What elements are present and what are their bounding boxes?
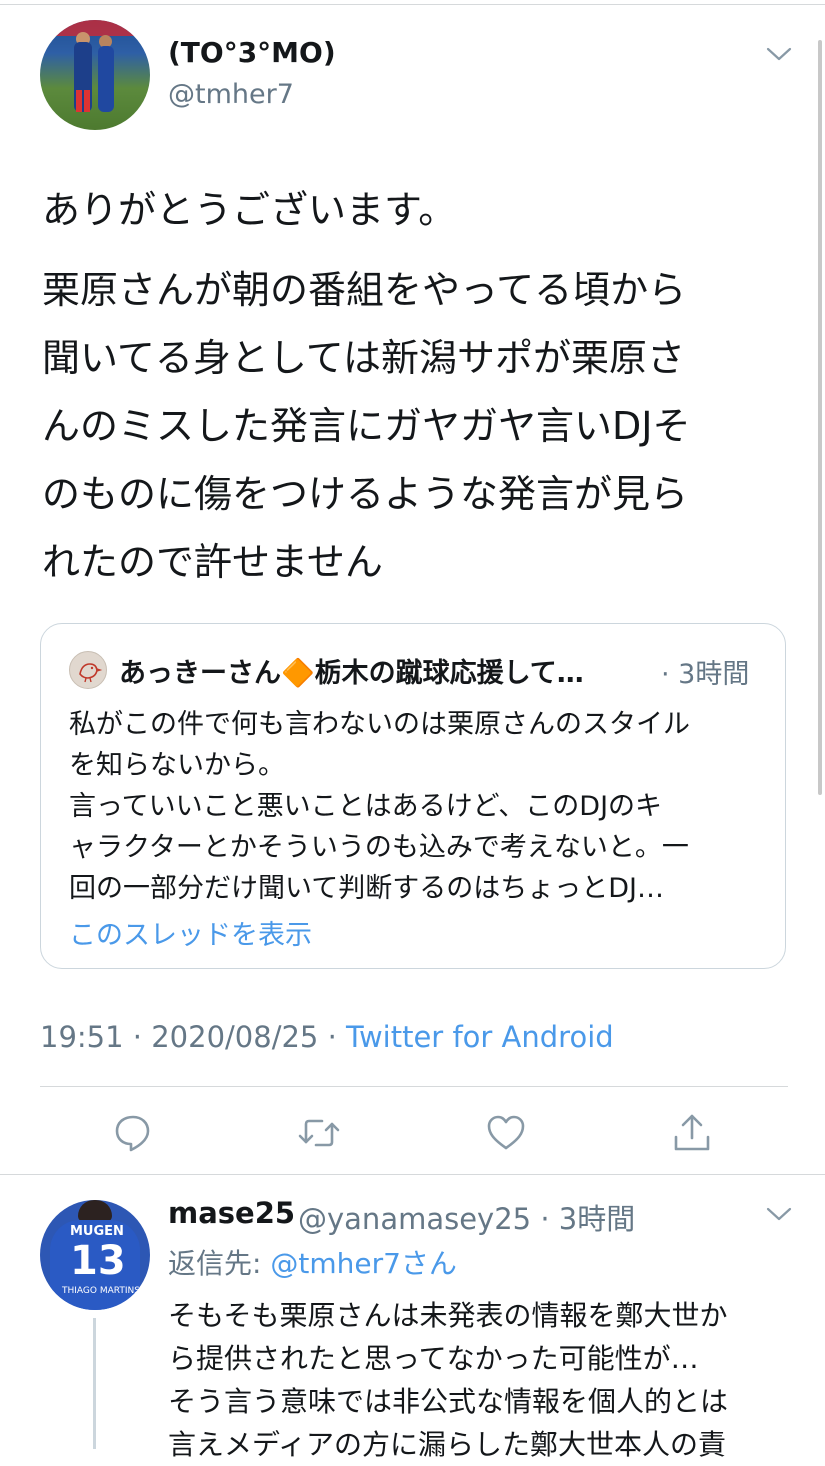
- reply-to-label: 返信先:: [168, 1247, 271, 1280]
- author-avatar[interactable]: [40, 20, 150, 130]
- avatar-banner: [40, 20, 150, 36]
- tweet-body-line: 聞いてる身としては新潟サポが栗原さ: [42, 336, 685, 380]
- reply-to-mention[interactable]: @tmher7さん: [270, 1247, 457, 1280]
- reply-text-line: ら提供されたと思ってなかった可能性が…: [168, 1342, 699, 1375]
- quoted-author-name: あっきーさん🔶栃木の蹴球応援して…: [119, 658, 584, 689]
- reply-author-name[interactable]: mase25: [168, 1196, 295, 1230]
- retweet-icon[interactable]: [298, 1112, 340, 1154]
- tweet-separator: [0, 1174, 825, 1175]
- reply-text-line: そう言う意味では非公式な情報を個人的とは: [168, 1385, 729, 1418]
- scrollbar[interactable]: [818, 40, 822, 795]
- quoted-author-avatar: [69, 651, 107, 689]
- tweet-body-line: れたので許せません: [42, 540, 383, 584]
- quoted-text-line: ャラクターとかそういうのも込みで考えないと。一: [69, 832, 689, 863]
- tweet-body-intro: ありがとうございます。: [42, 188, 457, 232]
- reply-text: そもそも栗原さんは未発表の情報を鄭大世か ら提供されたと思ってなかった可能性が……: [168, 1294, 728, 1466]
- author-name[interactable]: (TO°3°MO): [168, 36, 336, 69]
- quoted-text: 私がこの件で何も言わないのは栗原さんのスタイル を知らないから。 言っていいこと…: [69, 704, 690, 909]
- reply-icon[interactable]: [112, 1112, 154, 1154]
- quoted-text-line: 回の一部分だけ聞いて判断するのはちょっとDJ…: [69, 873, 664, 904]
- reply-author-handle[interactable]: @yanamasey25 · 3時間: [298, 1196, 635, 1238]
- quoted-text-line: を知らないから。: [69, 750, 285, 781]
- tweet-source-link[interactable]: Twitter for Android: [346, 1020, 614, 1054]
- avatar-jersey-brand: MUGEN: [70, 1224, 124, 1239]
- show-thread-link[interactable]: このスレッドを表示: [69, 913, 312, 952]
- reply-text-line: そもそも栗原さんは未発表の情報を鄭大世か: [168, 1299, 728, 1332]
- like-icon[interactable]: [485, 1112, 527, 1154]
- top-divider: [0, 4, 825, 5]
- tweet-body-line: 栗原さんが朝の番組をやってる頃から: [42, 268, 687, 312]
- meta-divider: [40, 1086, 788, 1087]
- tweet-body: 栗原さんが朝の番組をやってる頃から 聞いてる身としては新潟サポが栗原さ んのミス…: [42, 256, 690, 596]
- quoted-tweet-card[interactable]: あっきーさん🔶栃木の蹴球応援して… · 3時間 私がこの件で何も言わないのは栗原…: [40, 623, 786, 969]
- quoted-text-line: 言っていいこと悪いことはあるけど、このDJのキ: [69, 791, 663, 822]
- avatar-jersey-number: 13: [70, 1238, 126, 1284]
- tweet-meta: 19:51 · 2020/08/25 · Twitter for Android: [40, 1020, 614, 1054]
- tweet-body-line: のものに傷をつけるような発言が見ら: [42, 472, 689, 516]
- author-handle[interactable]: @tmher7: [168, 79, 294, 110]
- thread-line: [93, 1318, 96, 1449]
- avatar-jersey-name: THIAGO MARTINS: [62, 1286, 140, 1296]
- chevron-down-icon[interactable]: [766, 1206, 792, 1222]
- reply-to-line: 返信先: @tmher7さん: [168, 1242, 457, 1282]
- reply-text-line: 言えメディアの方に漏らした鄭大世本人の責: [168, 1428, 727, 1461]
- tweet-timestamp: 19:51 · 2020/08/25 ·: [40, 1020, 347, 1054]
- chevron-down-icon[interactable]: [766, 46, 792, 62]
- bird-icon: [79, 663, 103, 683]
- tweet-body-line: んのミスした発言にガヤガヤ言いDJそ: [42, 404, 691, 448]
- avatar-hair: [78, 1200, 112, 1222]
- avatar-player: [98, 46, 114, 112]
- avatar-sock: [76, 90, 82, 112]
- share-icon[interactable]: [671, 1112, 713, 1154]
- reply-author-avatar[interactable]: MUGEN 13 THIAGO MARTINS: [40, 1200, 150, 1310]
- quoted-time: · 3時間: [661, 659, 750, 690]
- quoted-text-line: 私がこの件で何も言わないのは栗原さんのスタイル: [69, 709, 690, 740]
- avatar-sock: [84, 90, 90, 112]
